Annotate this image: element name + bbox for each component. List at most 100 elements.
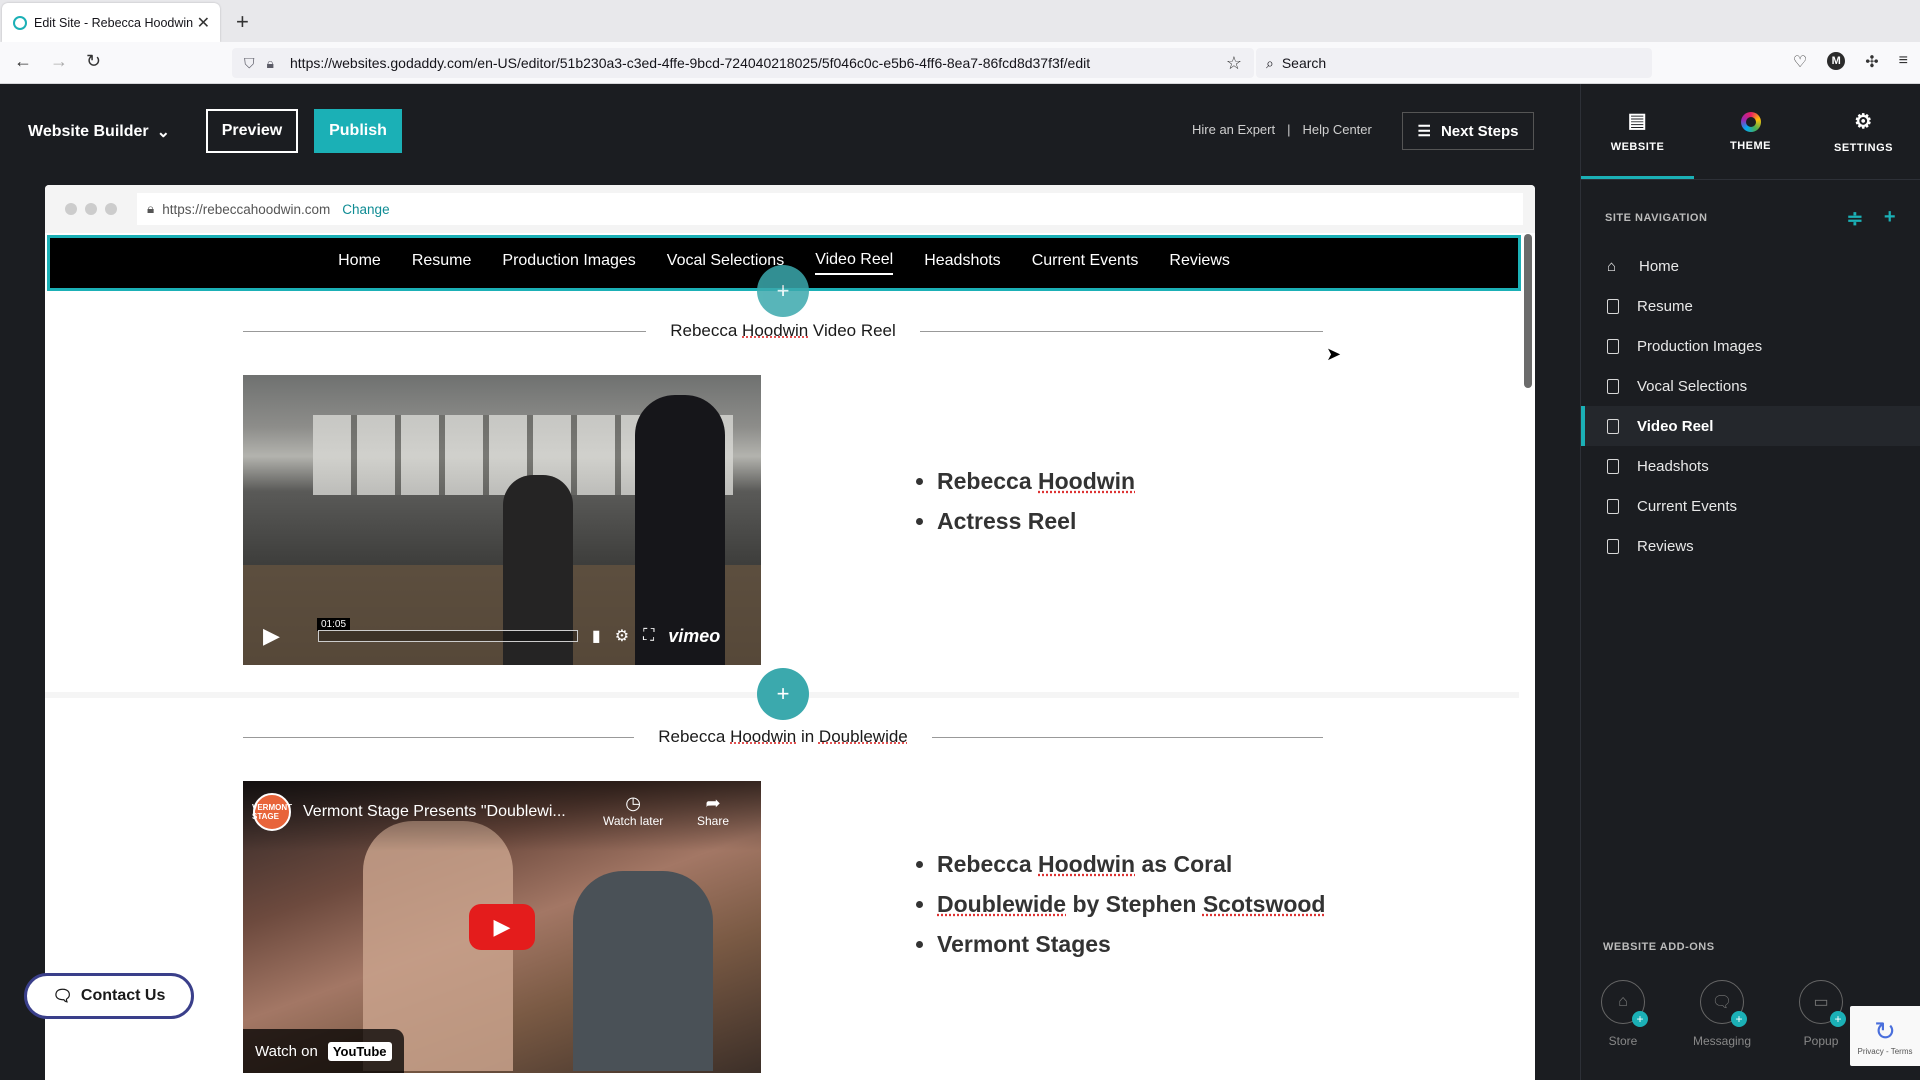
watch-later-button[interactable]: ◷ Watch later [603,793,663,828]
next-steps-button[interactable]: ☰ Next Steps [1402,112,1534,150]
back-icon[interactable]: ← [14,51,32,72]
list-item: Vermont Stages [937,931,1325,958]
section-title-video-reel: Rebecca Hoodwin Video Reel [243,321,1324,341]
change-domain-link[interactable]: Change [342,202,389,217]
addon-messaging[interactable]: 🗨︎ + Messaging [1693,980,1751,1048]
profile-avatar[interactable]: M [1827,52,1846,70]
menu-icon[interactable]: ≡ [1899,52,1908,72]
section-title-doublewide: Rebecca Hoodwin in Doublewide [243,727,1324,747]
tab-theme[interactable]: THEME [1694,84,1807,179]
clock-icon: ◷ [625,793,641,813]
chat-icon: 🗨︎ [1711,994,1733,1011]
add-section-button[interactable]: + [757,668,809,720]
bookmark-star-icon[interactable]: ☆ [1226,53,1242,74]
watch-on-youtube-link[interactable]: Watch on YouTube [243,1029,404,1073]
site-navigation-header: SITE NAVIGATION ≑ + [1605,205,1896,231]
preview-url-bar: 🔒︎ https://rebeccahoodwin.com Change [45,185,1535,233]
browser-window-icon: ▤ [1627,109,1648,132]
mouse-cursor-icon: ➤ [1326,344,1342,364]
addon-store[interactable]: ⌂ + Store [1601,980,1648,1048]
share-icon: ➦ [705,793,721,813]
new-tab-icon[interactable]: + [236,9,249,35]
tab-settings[interactable]: ⚙ SETTINGS [1807,84,1920,179]
youtube-video-player[interactable]: VERMONT STAGE Vermont Stage Presents "Do… [243,781,761,1073]
reorder-icon[interactable]: ≑ [1847,206,1864,231]
site-nav-resume[interactable]: Resume [412,252,472,274]
browser-tab[interactable]: Edit Site - Rebecca Hoodwin ✕ [2,3,220,42]
address-bar[interactable]: ⛉ 🔒︎ https://websites.godaddy.com/en-US/e… [232,48,1254,78]
sidebar-item-reviews[interactable]: Reviews [1581,526,1920,566]
tab-title: Edit Site - Rebecca Hoodwin [34,15,194,30]
page-list: ⌂ Home Resume Production Images Vocal Sel… [1581,246,1920,566]
contact-us-button[interactable]: 🗨︎ Contact Us [24,973,194,1019]
doublewide-bullets: Rebecca Hoodwin as Coral Doublewide by S… [915,851,1325,971]
canvas-scrollbar[interactable] [1524,234,1532,388]
store-icon: ⌂ [1618,993,1628,1010]
shield-icon: ⛉ [244,54,255,71]
site-nav-home[interactable]: Home [338,252,381,274]
video-reel-bullets: Rebecca Hoodwin Actress Reel [915,468,1135,548]
sidebar-item-headshots[interactable]: Headshots [1581,446,1920,486]
site-nav-production-images[interactable]: Production Images [502,252,635,274]
browser-search-input[interactable]: ⌕ Search [1256,48,1652,78]
message-icon: 🗨︎ [52,988,73,1005]
browser-nav-bar: ← → ↻ ⛉ 🔒︎ https://websites.godaddy.com/e… [0,42,1920,84]
color-ring-icon [1740,111,1761,132]
sidebar-item-current-events[interactable]: Current Events [1581,486,1920,526]
add-page-icon[interactable]: + [1884,206,1896,231]
site-nav-headshots[interactable]: Headshots [924,252,1001,274]
video-progress-bar[interactable] [317,630,578,642]
youtube-logo: YouTube [327,1041,392,1061]
chevron-down-icon: ⌄ [156,124,171,141]
url-text: https://websites.godaddy.com/en-US/edito… [290,55,1091,71]
sidebar-item-production-images[interactable]: Production Images [1581,326,1920,366]
gear-icon[interactable]: ⚙ [615,626,629,646]
site-domain: https://rebeccahoodwin.com [162,201,331,217]
recaptcha-icon: ↻ [1874,1016,1896,1046]
vimeo-video-player[interactable]: 01:05 ▶ ▮ ⚙ ⛶ vimeo [243,375,761,665]
sidebar-item-vocal-selections[interactable]: Vocal Selections [1581,366,1920,406]
reload-icon[interactable]: ↻ [86,51,101,72]
search-placeholder: Search [1281,55,1327,71]
publish-button[interactable]: Publish [314,109,402,153]
play-icon[interactable]: ▶ [263,623,280,649]
forward-icon[interactable]: → [50,51,68,72]
panel-tabs: ▤ WEBSITE THEME ⚙ SETTINGS [1581,84,1920,180]
vimeo-logo[interactable]: vimeo [668,626,720,647]
site-nav-video-reel[interactable]: Video Reel [815,251,894,275]
extensions-icon[interactable]: ✣ [1865,52,1878,72]
recaptcha-badge[interactable]: ↻ Privacy - Terms [1850,1006,1920,1066]
tab-website[interactable]: ▤ WEBSITE [1581,84,1694,179]
youtube-play-icon[interactable]: ▶ [469,904,535,950]
page-icon [1607,498,1619,514]
website-builder-label: Website Builder [28,123,149,140]
contact-us-label: Contact Us [80,987,166,1004]
channel-avatar[interactable]: VERMONT STAGE [252,793,292,831]
fullscreen-icon[interactable]: ⛶ [643,627,654,645]
sidebar-item-home[interactable]: ⌂ Home [1581,246,1920,286]
addon-popup[interactable]: ▭ + Popup [1799,980,1847,1048]
pocket-icon[interactable]: ♡ [1793,52,1807,72]
sidebar-item-resume[interactable]: Resume [1581,286,1920,326]
page-icon [1607,378,1619,394]
share-button[interactable]: ➦ Share [697,793,729,828]
help-center-link[interactable]: Help Center [1302,122,1371,137]
preview-button[interactable]: Preview [206,109,298,153]
next-steps-label: Next Steps [1440,122,1519,140]
site-preview-canvas: 🔒︎ https://rebeccahoodwin.com Change Hom… [45,185,1535,1080]
browser-tab-bar: Edit Site - Rebecca Hoodwin ✕ + [0,0,1920,42]
volume-icon[interactable]: ▮ [592,626,601,646]
youtube-video-title[interactable]: Vermont Stage Presents "Doublewi... [303,803,566,821]
hire-expert-link[interactable]: Hire an Expert [1192,122,1275,137]
site-nav-current-events[interactable]: Current Events [1032,252,1139,274]
website-builder-menu[interactable]: Website Builder ⌄ [28,122,170,142]
gear-icon: ⚙ [1854,111,1873,133]
sidebar-item-video-reel[interactable]: Video Reel [1581,406,1920,446]
popup-icon: ▭ [1813,994,1829,1011]
website-addons: ⌂ + Store 🗨︎ + Messaging ▭ + Popup [1601,980,1847,1048]
list-item: Actress Reel [937,508,1135,535]
tab-close-icon[interactable]: ✕ [197,13,210,33]
add-section-button[interactable]: + [757,265,809,317]
site-nav-reviews[interactable]: Reviews [1169,252,1229,274]
lock-icon: 🔒︎ [266,54,274,71]
